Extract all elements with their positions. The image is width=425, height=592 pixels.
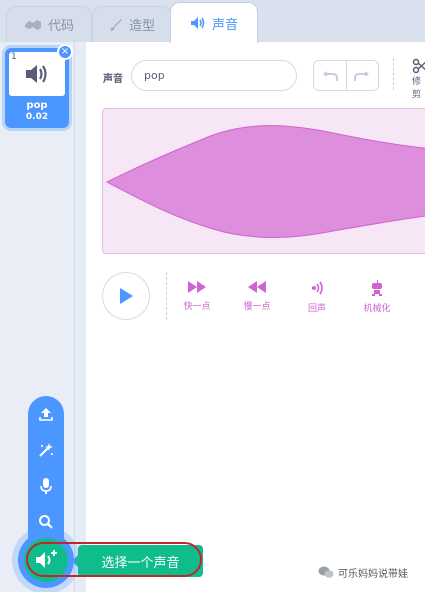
sound-item-pop[interactable]: 1 × pop 0.02 xyxy=(5,44,73,128)
waveform xyxy=(105,125,425,238)
speaker-icon xyxy=(26,65,47,83)
effects-divider xyxy=(166,272,167,320)
toolbar-divider xyxy=(393,58,394,90)
tab-costumes[interactable]: 造型 xyxy=(92,6,172,42)
record-icon xyxy=(40,478,52,494)
play-icon xyxy=(120,288,133,304)
redo-button[interactable] xyxy=(345,61,379,90)
tab-sounds[interactable]: 声音 xyxy=(170,2,258,43)
brush-icon xyxy=(109,18,122,31)
faster-icon xyxy=(188,281,206,293)
slower-icon xyxy=(248,281,266,293)
code-icon xyxy=(24,19,41,30)
search-icon xyxy=(39,515,53,529)
sound-name-input[interactable]: pop xyxy=(131,60,297,91)
wechat-icon xyxy=(318,566,334,578)
robot-icon xyxy=(372,280,382,296)
delete-sound-button[interactable]: × xyxy=(57,44,73,60)
sound-item-duration: 0.02 xyxy=(25,112,49,122)
effect-faster-button[interactable]: 快一点 xyxy=(172,280,222,312)
scissors-icon xyxy=(412,58,425,74)
sound-item-name: pop xyxy=(26,100,48,111)
waveform-display[interactable] xyxy=(102,108,425,254)
tab-code[interactable]: 代码 xyxy=(6,6,92,42)
echo-icon xyxy=(312,281,323,295)
effect-robot-label: 机械化 xyxy=(363,304,391,314)
effect-slower-button[interactable]: 慢一点 xyxy=(232,280,282,312)
effect-faster-label: 快一点 xyxy=(183,302,211,312)
sound-editor: 声音 pop 修剪 快一点 慢一点 回声 机械化 xyxy=(86,42,425,592)
surprise-icon xyxy=(39,443,53,457)
trim-label: 修剪 xyxy=(412,77,422,100)
effect-echo-label: 回声 xyxy=(307,304,326,314)
effect-slower-label: 慢一点 xyxy=(243,302,271,312)
speaker-icon xyxy=(190,17,205,29)
annotation-highlight xyxy=(26,542,202,577)
undo-redo-group xyxy=(313,60,379,91)
undo-button[interactable] xyxy=(314,61,346,90)
redo-icon xyxy=(354,70,370,81)
sound-name-label: 声音 xyxy=(103,74,123,85)
watermark: 可乐妈妈说带娃 xyxy=(318,565,408,580)
trim-button[interactable]: 修剪 xyxy=(412,58,425,100)
sound-item-index: 1 xyxy=(11,52,17,62)
tab-bar: 代码 造型 声音 xyxy=(0,0,425,43)
effect-echo-button[interactable]: 回声 xyxy=(292,280,342,314)
sound-thumbnail xyxy=(9,52,65,96)
effect-robot-button[interactable]: 机械化 xyxy=(352,280,402,314)
upload-icon xyxy=(39,408,53,421)
tab-sounds-label: 声音 xyxy=(211,17,238,33)
tab-costumes-label: 造型 xyxy=(128,19,155,34)
watermark-text: 可乐妈妈说带娃 xyxy=(338,569,408,580)
upload-sound-button[interactable] xyxy=(28,396,64,432)
tab-code-label: 代码 xyxy=(47,19,74,34)
undo-icon xyxy=(322,70,338,81)
play-button[interactable] xyxy=(102,272,150,320)
record-button[interactable] xyxy=(28,468,64,504)
surprise-button[interactable] xyxy=(28,432,64,468)
